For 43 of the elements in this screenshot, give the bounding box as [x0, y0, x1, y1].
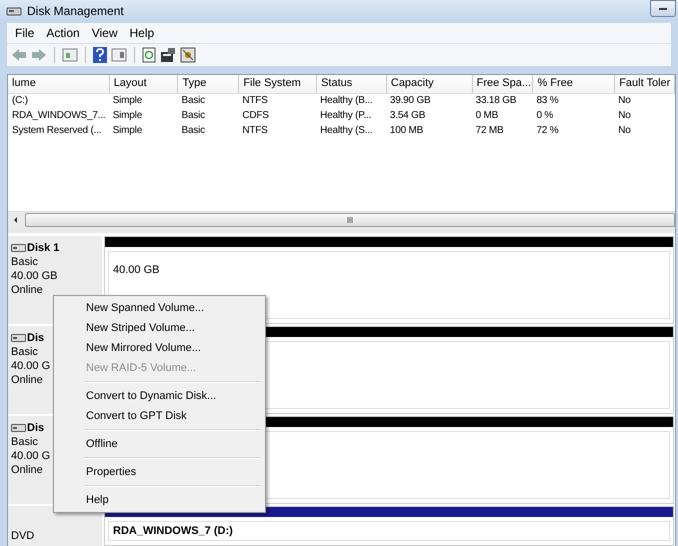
volume-name: RDA_WINDOWS_7 (D:) [113, 525, 234, 537]
disk-name: Dis [27, 421, 44, 435]
table-cell-text: (C:) [11, 94, 29, 108]
table-cell-text: Healthy (S... [319, 124, 374, 138]
table-cell-text: Basic [180, 109, 206, 123]
table-cell-text: RDA_WINDOWS_7... [11, 109, 106, 123]
disk-size: 40.00 G [11, 359, 50, 373]
table-cell-text: Basic [180, 94, 206, 108]
table-cell-text: Simple [112, 109, 144, 123]
disk-name: Disk 1 [27, 241, 60, 255]
table-cell-text: 72 MB [474, 124, 505, 138]
disk-size: 40.00 GB [11, 269, 58, 283]
window-title: Disk Management [27, 4, 124, 18]
table-cell-text: 72 % [535, 124, 560, 138]
table-cell-text: 3.54 GB [388, 109, 426, 123]
table-cell-text: CDFS [241, 109, 270, 123]
table-cell-text: No [617, 109, 632, 123]
disk-type: Basic [11, 255, 38, 269]
volume-size: 40.00 GB [113, 264, 160, 276]
table-cell-text: 100 MB [388, 124, 424, 138]
disk-status: Online [11, 373, 43, 387]
table-cell-text: No [617, 94, 632, 108]
table-cell-text: Healthy (B... [319, 94, 374, 108]
disk-status: Online [11, 463, 43, 477]
table-cell-text: System Reserved (... [11, 124, 102, 138]
table-cell-text: 0 % [535, 109, 554, 123]
table-cell-text: Simple [112, 124, 144, 138]
table-cell-text: 83 % [535, 94, 560, 108]
table-cell-text: Basic [180, 124, 206, 138]
table-cell-text: No [617, 124, 632, 138]
disk-type: Basic [11, 435, 38, 449]
disk-size: 40.00 G [11, 449, 50, 463]
disk-status: Online [11, 283, 43, 297]
table-cell-text: NTFS [241, 124, 269, 138]
table-cell-text: 39.90 GB [388, 94, 432, 108]
table-cell-text: Simple [112, 94, 144, 108]
table-cell-text: NTFS [241, 94, 269, 108]
disk-name: Dis [27, 331, 44, 345]
disk-type: DVD [11, 529, 34, 543]
disk-type: Basic [11, 345, 38, 359]
table-cell-text: Healthy (P... [319, 109, 372, 123]
table-cell-text: 33.18 GB [474, 94, 518, 108]
table-cell-text: 0 MB [474, 109, 500, 123]
